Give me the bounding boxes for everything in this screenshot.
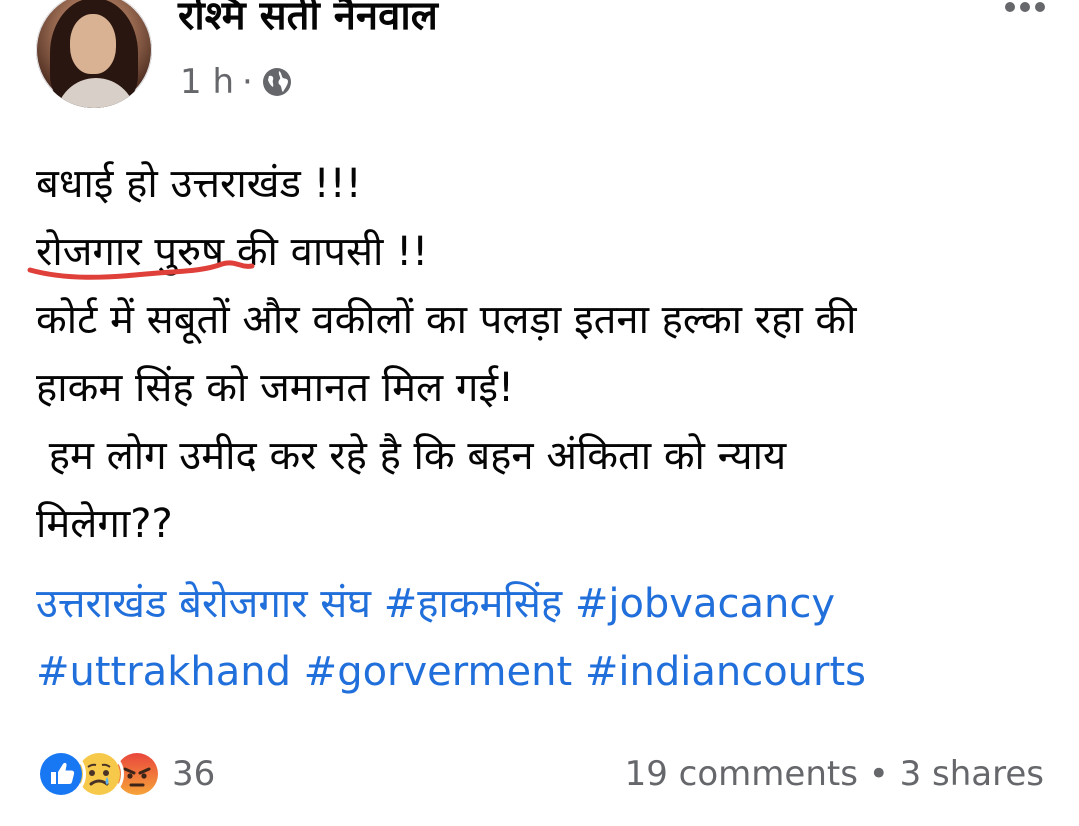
hashtags: उत्तराखंड बेरोजगार संघ #हाकमसिंह #jobvac…: [36, 570, 1046, 706]
reaction-count[interactable]: 36: [172, 754, 215, 794]
author-name[interactable]: रश्मि सती नैनवाल: [178, 0, 438, 41]
post-line-1: बधाई हो उत्तराखंड !!!: [36, 161, 362, 207]
comments-shares[interactable]: 19 comments • 3 shares: [625, 754, 1044, 794]
more-options-icon[interactable]: [1005, 2, 1045, 12]
post-meta: 1 h ·: [180, 62, 293, 102]
reactions-summary[interactable]: 36: [36, 749, 215, 799]
post-text: बधाई हो उत्तराखंड !!! रोजगार पुरुष की वा…: [27, 150, 1046, 558]
post-line-6: मिलेगा??: [36, 501, 173, 547]
post-line-4: हाकम सिंह को जमानत मिल गई!: [36, 365, 515, 411]
avatar-face: [70, 14, 116, 74]
red-underline-mark: [27, 260, 255, 280]
avatar[interactable]: [36, 0, 152, 108]
hashtag-line-1[interactable]: उत्तराखंड बेरोजगार संघ #हाकमसिंह #jobvac…: [36, 570, 1046, 638]
post-footer: 36 19 comments • 3 shares: [36, 742, 1044, 806]
like-icon: [36, 749, 86, 799]
post-line-5: हम लोग उमीद कर रहे है कि बहन अंकिता को न…: [36, 433, 787, 479]
post-time[interactable]: 1 h: [180, 62, 234, 102]
globe-icon: [261, 66, 293, 98]
post-line-2: रोजगार पुरुष की वापसी !!: [27, 218, 1046, 286]
hashtag-line-2[interactable]: #uttrakhand #gorverment #indiancourts: [36, 638, 1046, 706]
highlighted-phrase: रोजगार पुरुष: [27, 218, 255, 286]
meta-separator: ·: [242, 62, 253, 102]
post-line-3: कोर्ट में सबूतों और वकीलों का पलड़ा इतना…: [36, 297, 857, 343]
